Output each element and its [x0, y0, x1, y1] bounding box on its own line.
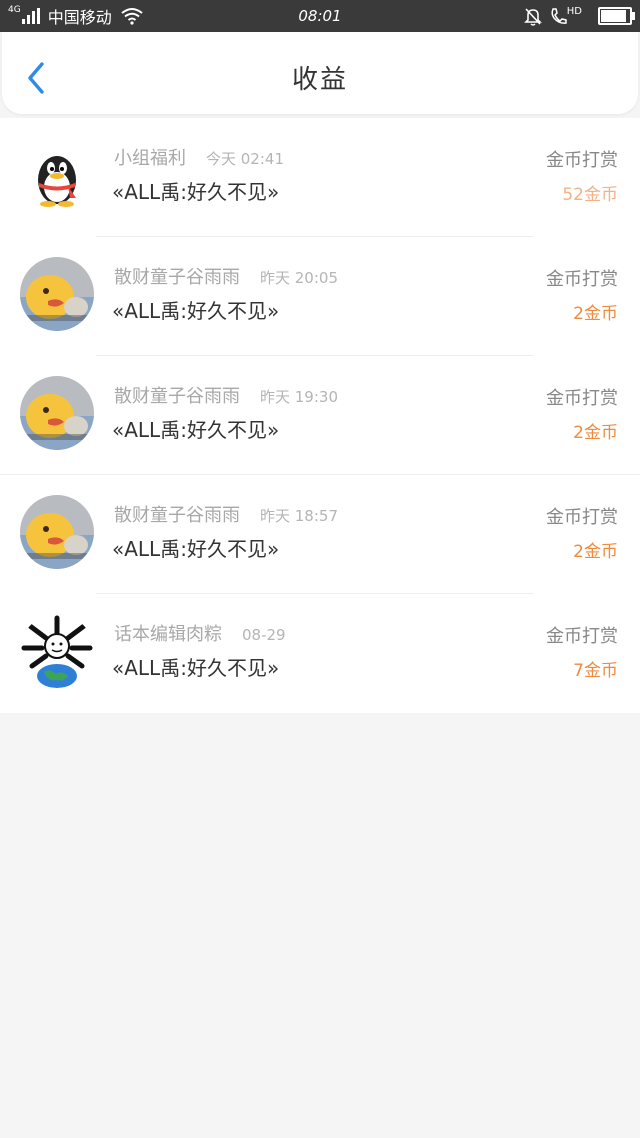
avatar[interactable]	[20, 257, 94, 331]
reward-row-3[interactable]: 散财童子谷雨雨 昨天 19:30 «ALL禹:好久不见» 金币打赏 2金币	[0, 356, 640, 475]
avatar[interactable]	[20, 138, 94, 212]
reward-row-2[interactable]: 散财童子谷雨雨 昨天 20:05 «ALL禹:好久不见» 金币打赏 2金币	[0, 237, 640, 356]
reward-amount: 52金币	[562, 185, 618, 205]
reward-row-4[interactable]: 散财童子谷雨雨 昨天 18:57 «ALL禹:好久不见» 金币打赏 2金币	[0, 475, 640, 594]
article-title[interactable]: «ALL禹:好久不见»	[112, 533, 279, 562]
reward-amount: 2金币	[573, 423, 618, 443]
article-title[interactable]: «ALL禹:好久不见»	[112, 414, 279, 443]
reward-type: 金币打赏	[546, 507, 618, 528]
status-bar: 4G 中国移动 08:01 HD	[0, 0, 640, 32]
battery-fill	[601, 10, 626, 22]
reward-row-1[interactable]: 小组福利 今天 02:41 «ALL禹:好久不见» 金币打赏 52金币	[0, 118, 640, 237]
avatar[interactable]	[20, 376, 94, 450]
sender-line: 散财童子谷雨雨 昨天 19:30	[114, 382, 338, 408]
reward-date: 昨天 18:57	[260, 507, 338, 525]
reward-type: 金币打赏	[546, 269, 618, 290]
reward-amount: 7金币	[573, 661, 618, 681]
sender-name[interactable]: 小组福利	[114, 144, 186, 170]
sender-line: 话本编辑肉粽 08-29	[114, 620, 286, 646]
article-title[interactable]: «ALL禹:好久不见»	[112, 295, 279, 324]
sender-name[interactable]: 话本编辑肉粽	[114, 620, 222, 646]
reward-amount: 2金币	[573, 542, 618, 562]
avatar[interactable]	[20, 495, 94, 569]
duck-avatar-icon	[20, 376, 94, 450]
sender-name[interactable]: 散财童子谷雨雨	[114, 382, 240, 408]
bones-globe-avatar-icon	[20, 614, 94, 688]
phone-icon	[551, 8, 567, 24]
bell-muted-icon	[523, 8, 542, 26]
hd-badge: HD	[566, 5, 582, 17]
article-title[interactable]: «ALL禹:好久不见»	[112, 176, 279, 205]
reward-list: 小组福利 今天 02:41 «ALL禹:好久不见» 金币打赏 52金币 散财童子…	[0, 118, 640, 713]
battery-icon	[598, 7, 635, 25]
header: 收益	[2, 32, 638, 114]
sender-name[interactable]: 散财童子谷雨雨	[114, 263, 240, 289]
sender-line: 散财童子谷雨雨 昨天 20:05	[114, 263, 338, 289]
duck-avatar-icon	[20, 495, 94, 569]
reward-date: 08-29	[242, 626, 286, 644]
sender-line: 散财童子谷雨雨 昨天 18:57	[114, 501, 338, 527]
reward-date: 昨天 19:30	[260, 388, 338, 406]
article-title[interactable]: «ALL禹:好久不见»	[112, 652, 279, 681]
page-title: 收益	[291, 65, 348, 95]
status-right: HD	[523, 0, 635, 32]
reward-date: 昨天 20:05	[260, 269, 338, 287]
penguin-avatar-icon	[20, 138, 94, 212]
reward-type: 金币打赏	[546, 626, 618, 647]
reward-type: 金币打赏	[546, 150, 618, 171]
reward-type: 金币打赏	[546, 388, 618, 409]
duck-avatar-icon	[20, 257, 94, 331]
reward-amount: 2金币	[573, 304, 618, 324]
sender-name[interactable]: 散财童子谷雨雨	[114, 501, 240, 527]
reward-row-5[interactable]: 话本编辑肉粽 08-29 «ALL禹:好久不见» 金币打赏 7金币	[0, 594, 640, 713]
reward-date: 今天 02:41	[206, 150, 284, 168]
sender-line: 小组福利 今天 02:41	[114, 144, 284, 170]
avatar[interactable]	[20, 614, 94, 688]
